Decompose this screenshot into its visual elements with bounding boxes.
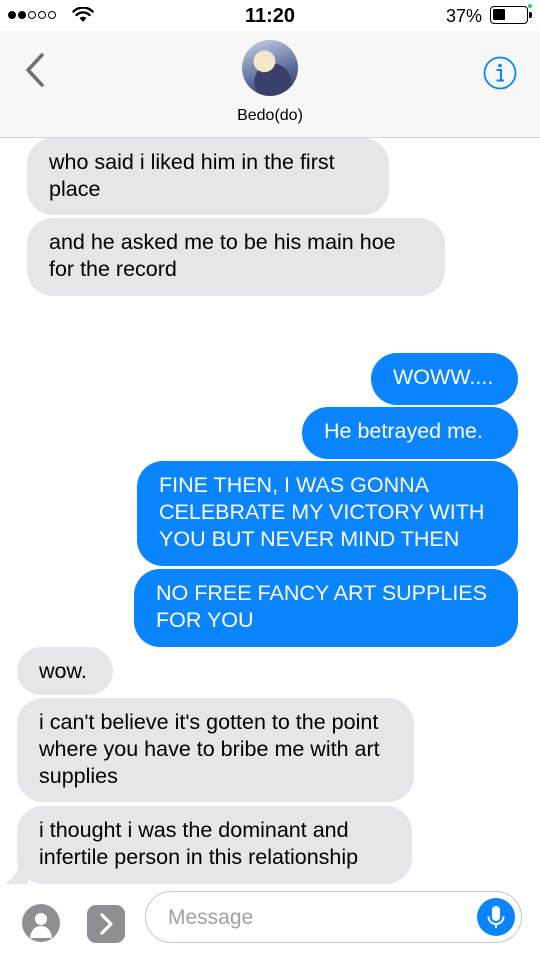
contact-avatar[interactable] [242,40,298,96]
contact-name[interactable]: Bedo(do) [0,107,540,125]
message-bubble-incoming[interactable]: i can't believe it's gotten to the point… [17,698,414,802]
status-bar: 11:20 37% [0,0,540,30]
message-bubble-outgoing[interactable]: NO FREE FANCY ART SUPPLIES FOR YOU [134,569,518,647]
microphone-icon[interactable] [477,898,515,936]
message-bubble-incoming[interactable]: wow. [17,647,113,695]
message-field[interactable] [145,891,522,943]
message-bubble-outgoing[interactable]: He betrayed me. [302,407,518,459]
message-bubble-incoming[interactable]: i thought i was the dominant and inferti… [17,806,412,884]
info-circle-icon[interactable] [483,56,517,90]
message-input[interactable] [166,902,470,934]
conversation-header: Bedo(do) [0,30,540,138]
camera-icon[interactable] [22,904,60,942]
message-bubble-outgoing[interactable]: FINE THEN, I WAS GONNA CELEBRATE MY VICT… [137,461,518,566]
charging-indicator [528,4,532,8]
chevron-left-icon[interactable] [24,52,46,88]
message-bubble-incoming[interactable]: and he asked me to be his main hoe for t… [27,218,445,296]
chevron-right-icon[interactable] [87,905,125,943]
battery-icon [490,6,532,24]
message-bubble-incoming[interactable]: who said i liked him in the first place [27,138,389,215]
message-bubble-outgoing[interactable]: WOWW.... [371,353,518,405]
bubble-tail [4,852,28,884]
battery-percent: 37% [445,6,482,26]
message-composer [0,884,540,960]
